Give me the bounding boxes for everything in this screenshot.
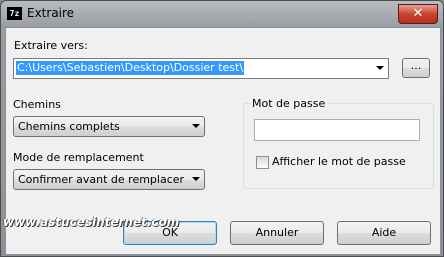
chevron-down-icon[interactable] — [192, 124, 200, 128]
7zip-app-icon: 7z — [7, 7, 22, 20]
browse-button[interactable]: ... — [402, 58, 430, 78]
window-title: Extraire — [27, 6, 75, 20]
chevron-down-icon[interactable] — [192, 177, 200, 181]
close-button[interactable]: ✕ — [398, 4, 438, 24]
password-group-title: Mot de passe — [250, 97, 328, 110]
extract-path-combobox[interactable]: C:\Users\Sebastien\Desktop\Dossier test\ — [13, 58, 389, 79]
extract-dialog: 7z Extraire ✕ Extraire vers: C:\Users\Se… — [0, 0, 444, 257]
overwrite-mode-label: Mode de remplacement — [13, 151, 144, 164]
title-bar[interactable]: 7z Extraire ✕ — [1, 1, 443, 27]
paths-label: Chemins — [13, 98, 61, 111]
password-groupbox — [243, 103, 434, 189]
extract-path-value[interactable]: C:\Users\Sebastien\Desktop\Dossier test\ — [16, 61, 245, 75]
overwrite-selected-value: Confirmer avant de remplacer — [18, 173, 185, 186]
show-password-checkbox[interactable] — [256, 156, 269, 169]
paths-select[interactable]: Chemins complets — [13, 116, 205, 137]
paths-selected-value: Chemins complets — [18, 120, 120, 133]
overwrite-mode-select[interactable]: Confirmer avant de remplacer — [13, 169, 205, 190]
password-input[interactable] — [254, 119, 420, 141]
extract-to-label: Extraire vers: — [14, 39, 88, 52]
show-password-label[interactable]: Afficher le mot de passe — [272, 155, 406, 168]
cancel-button[interactable]: Annuler — [230, 221, 324, 245]
help-button[interactable]: Aide — [337, 221, 431, 245]
watermark-text: www.astucesinternet.com — [3, 215, 180, 229]
chevron-down-icon[interactable] — [376, 66, 384, 70]
